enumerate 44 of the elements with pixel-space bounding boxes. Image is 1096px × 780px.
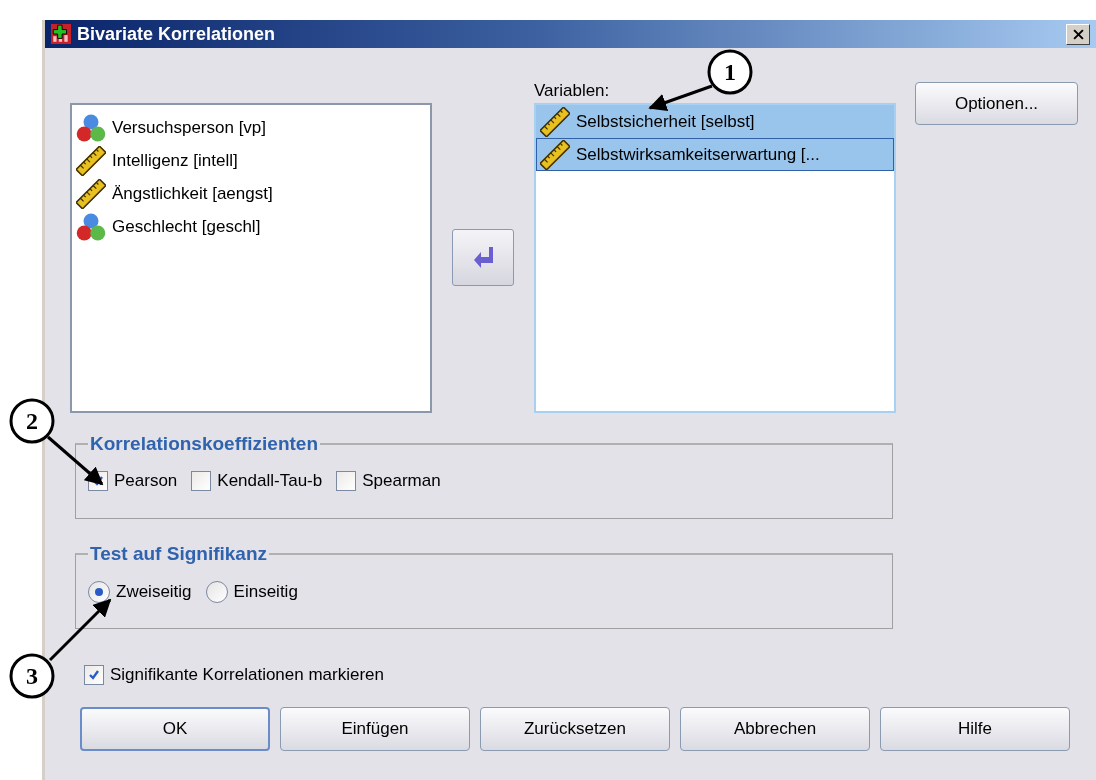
variable-item[interactable]: Ängstlichkeit [aengst] [72, 177, 430, 210]
options-button[interactable]: Optionen... [915, 82, 1078, 125]
callout-arrow [648, 84, 713, 112]
callout-number: 2 [9, 398, 55, 444]
list-label: Variablen: [534, 82, 610, 102]
dialog-button[interactable]: Einfügen [280, 707, 470, 751]
radio-label: Zweiseitig [116, 582, 192, 602]
check-icon [88, 669, 100, 681]
group-title: Test auf Signifikanz [89, 543, 268, 565]
window-title: Bivariate Korrelationen [77, 23, 277, 45]
callout-number: 3 [9, 653, 55, 699]
checkbox[interactable] [191, 471, 212, 491]
close-button[interactable] [1066, 23, 1090, 45]
dialog-button[interactable]: Hilfe [880, 707, 1070, 751]
nominal-icon [76, 112, 106, 143]
checkbox-label: Kendall-Tau-b [217, 471, 323, 491]
callout-arrow [48, 598, 112, 662]
dialog-button[interactable]: Abbrechen [680, 707, 870, 751]
ruler-icon [540, 139, 570, 170]
radio-button[interactable] [205, 581, 228, 603]
close-icon [1072, 28, 1084, 40]
dialog-button[interactable]: OK [80, 707, 270, 751]
checkbox[interactable] [84, 665, 104, 685]
callout-number: 1 [707, 49, 753, 95]
move-button[interactable] [452, 229, 514, 286]
nominal-icon [76, 211, 106, 242]
source-variable-list[interactable]: Versuchsperson [vp] Intelligenz [intell] Ängstlichkeit [aengst] Geschlecht [geschl] [70, 103, 432, 413]
group-title: Korrelationskoeffizienten [89, 433, 320, 455]
check-icon [92, 475, 104, 487]
checkbox-label: Spearman [362, 471, 441, 491]
variable-item[interactable]: Geschlecht [geschl] [72, 210, 430, 243]
variable-item[interactable]: Selbstsicherheit [selbst] [536, 105, 894, 138]
target-variable-list[interactable]: Selbstsicherheit [selbst] Selbstwirksamkeitserwartung [... [534, 103, 896, 413]
radio-label: Einseitig [233, 582, 298, 602]
radio-button[interactable] [88, 581, 110, 603]
app-icon [51, 24, 71, 44]
checkbox-label: Signifikante Korrelationen markieren [110, 665, 385, 685]
checkbox[interactable] [336, 471, 357, 491]
dialog-button[interactable]: Zurücksetzen [480, 707, 670, 751]
variable-item[interactable]: Selbstwirksamkeitserwartung [... [536, 138, 894, 171]
variable-item[interactable]: Versuchsperson [vp] [72, 111, 430, 144]
variable-item[interactable]: Intelligenz [intell] [72, 144, 430, 177]
arrow-icon [471, 245, 495, 270]
checkbox-label: Pearson [114, 471, 178, 491]
